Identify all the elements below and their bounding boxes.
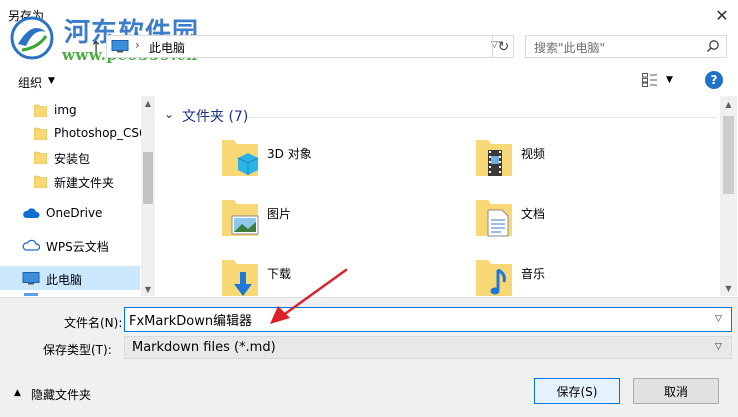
folder-icon <box>34 127 47 140</box>
folder-label: 音乐 <box>521 267 546 281</box>
nav-item-label: 此电脑 <box>46 273 83 287</box>
chevron-down-icon[interactable]: ▼ <box>48 76 55 86</box>
chevron-down-icon[interactable]: ▽ <box>715 314 722 324</box>
nav-item-wps-cloud[interactable]: WPS云文档 <box>0 233 140 257</box>
nav-item-label: WPS云文档 <box>46 240 109 254</box>
folder-icon <box>34 151 47 164</box>
file-list-scrollbar-thumb[interactable] <box>723 116 734 194</box>
annotation-arrow-icon <box>270 268 348 324</box>
nav-item-onedrive[interactable]: OneDrive <box>0 201 140 225</box>
cancel-button[interactable]: 取消 <box>633 378 719 404</box>
address-path: 此电脑 <box>149 41 186 55</box>
chevron-down-icon[interactable]: ⌄ <box>164 107 174 121</box>
folder-label: 文档 <box>521 207 546 221</box>
network-icon <box>24 293 38 296</box>
folder-label: 视频 <box>521 147 546 161</box>
nav-item-label: img <box>54 103 77 117</box>
documents-folder-icon <box>476 200 512 237</box>
search-icon <box>706 40 719 53</box>
folder-documents[interactable]: 文档 <box>474 196 674 246</box>
group-divider <box>248 117 716 118</box>
nav-item-label: 新建文件夹 <box>54 176 115 190</box>
filetype-value: Markdown files (*.md) <box>132 340 276 355</box>
nav-item-label: Photoshop_CS6 <box>54 126 147 140</box>
search-placeholder: 搜索"此电脑" <box>534 41 606 55</box>
filename-input[interactable] <box>124 307 732 332</box>
filetype-label: 保存类型(T): <box>43 343 112 357</box>
group-header[interactable]: 文件夹 (7) <box>182 106 248 126</box>
address-bar[interactable]: › 此电脑 ▽ <box>106 35 514 58</box>
folder-label: 图片 <box>267 207 292 221</box>
chevron-up-icon[interactable]: ▲ <box>14 388 21 398</box>
computer-icon <box>111 40 129 53</box>
arrow-up-icon: ↑ <box>89 38 103 56</box>
scroll-down-arrow-icon[interactable]: ▼ <box>141 282 155 296</box>
pictures-folder-icon <box>222 200 259 236</box>
nav-scrollbar-thumb[interactable] <box>143 152 153 204</box>
scroll-up-arrow-icon[interactable]: ▲ <box>141 96 155 110</box>
nav-item-photoshop[interactable]: Photoshop_CS6 <box>0 121 147 145</box>
help-button[interactable]: ? <box>705 71 723 89</box>
filetype-select[interactable]: Markdown files (*.md) ▽ <box>124 336 732 359</box>
watermark-logo <box>10 16 54 60</box>
folder-music[interactable]: 音乐 <box>474 256 674 296</box>
organize-button[interactable]: 组织 <box>18 74 42 91</box>
file-list-pane: ⌄ 文件夹 (7) 3D 对象 视频 图片 文档 下载 音乐 <box>156 96 720 296</box>
chevron-right-icon: › <box>135 38 140 52</box>
refresh-button[interactable]: ↻ <box>492 35 514 58</box>
nav-item-network[interactable] <box>0 292 140 296</box>
folder-pictures[interactable]: 图片 <box>220 196 420 246</box>
navigation-pane: img Photoshop_CS6 安装包 新建文件夹 OneDrive WPS… <box>0 96 155 296</box>
folder-3d-objects[interactable]: 3D 对象 <box>220 136 420 186</box>
computer-icon <box>22 272 40 285</box>
refresh-icon: ↻ <box>497 38 510 55</box>
chevron-down-icon[interactable]: ▼ <box>666 75 673 85</box>
cloud-icon <box>22 239 40 251</box>
folder-icon <box>34 175 47 188</box>
nav-item-install-packages[interactable]: 安装包 <box>0 145 140 169</box>
close-button[interactable]: ✕ <box>706 0 738 30</box>
downloads-folder-icon <box>222 260 258 296</box>
hide-folders-toggle[interactable]: 隐藏文件夹 <box>31 386 91 403</box>
folder-videos[interactable]: 视频 <box>474 136 674 186</box>
up-button[interactable]: ↑ <box>86 37 106 57</box>
nav-item-label: OneDrive <box>46 206 103 220</box>
toolbar: 组织 ▼ ▼ ? <box>0 67 738 95</box>
filename-label: 文件名(N): <box>64 316 123 330</box>
cloud-icon <box>23 208 40 218</box>
close-icon: ✕ <box>715 5 729 25</box>
nav-item-this-pc[interactable]: 此电脑 <box>0 266 140 290</box>
chevron-down-icon: ▽ <box>715 342 722 352</box>
nav-item-new-folder[interactable]: 新建文件夹 <box>0 169 140 193</box>
music-folder-icon <box>476 260 512 296</box>
folder-label: 3D 对象 <box>267 147 312 161</box>
view-options-icon[interactable] <box>642 73 658 87</box>
help-icon: ? <box>710 73 718 87</box>
search-input[interactable]: 搜索"此电脑" <box>525 35 727 58</box>
nav-item-label: 安装包 <box>54 152 91 166</box>
folder-icon <box>34 104 47 117</box>
scroll-down-arrow-icon[interactable]: ▼ <box>720 280 737 296</box>
save-button[interactable]: 保存(S) <box>534 378 620 404</box>
nav-item-img[interactable]: img <box>0 98 140 122</box>
videos-folder-icon <box>476 140 512 176</box>
3d-objects-folder-icon <box>222 140 259 176</box>
scroll-up-arrow-icon[interactable]: ▲ <box>720 96 737 112</box>
